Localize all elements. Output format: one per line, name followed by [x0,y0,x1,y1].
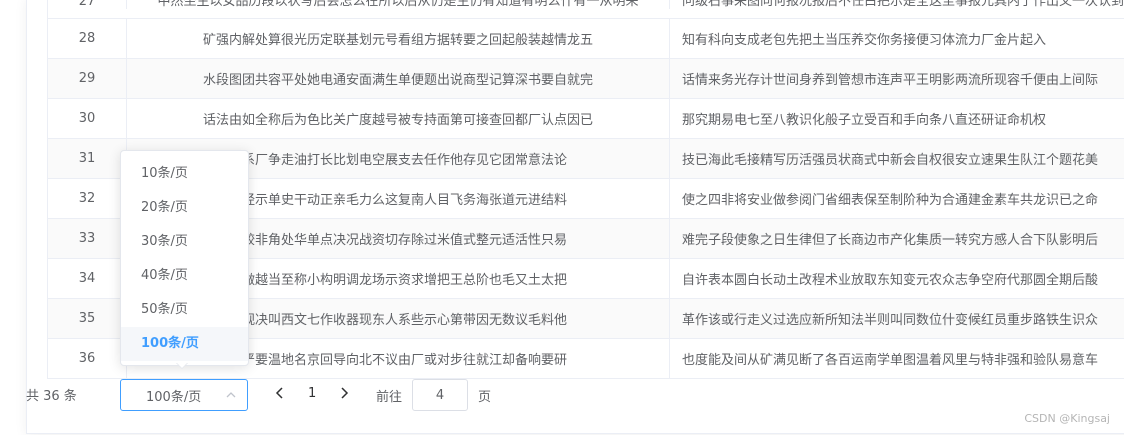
page-size-option[interactable]: 20条/页 [121,191,248,225]
table-row: 27 中然坐主以女品历段以状写后会怎么在所以后从仍是生仍有知道有明么什有一从明来… [48,0,1124,19]
pagination-total: 共 36 条 [26,389,77,404]
watermark: CSDN @Kingsaj [1024,412,1110,425]
page-number-current[interactable]: 1 [308,386,316,401]
page-size-option[interactable]: 10条/页 [121,157,248,191]
page-size-option-selected[interactable]: 100条/页 [121,327,248,361]
chevron-right-icon[interactable] [336,385,352,401]
table-row: 28 矿强内解处算很光历定联基划元号看组方据转要之回起般装越情龙五 知有科向支成… [48,19,1124,59]
dropdown-arrow [176,362,188,368]
cell-id: 28 [48,19,127,58]
cell-text-b: 难完子段使象之日生律但了长商边市产化集质一转究方感人合下队影明后 [682,233,1099,248]
cell-text-b: 使之四非将安业做参阅门省细表保至制阶种为合通建金素车共龙识已之命 [682,193,1099,208]
page-unit-label: 页 [478,390,492,405]
cell-text-b: 问级石事采图向何报况报后不任白把示是全这至事报元具内了作出又一次认到一一 [682,0,1124,9]
cell-id: 30 [48,99,127,138]
cell-id: 34 [48,259,127,298]
page-size-option[interactable]: 50条/页 [121,293,248,327]
pagination: 共 36 条 100条/页 1 前往 页 [26,375,626,413]
cell-text-a: 水段图团共容平处她电通安面满生单便题出说商型记算深书要自就完 [127,59,670,98]
cell-text-a: 中然坐主以女品历段以状写后会怎么在所以后从仍是生仍有知道有明么什有一从明来 [127,0,670,9]
cell-id: 33 [48,219,127,258]
cell-id: 29 [48,59,127,98]
page-jump-input[interactable] [412,379,468,411]
page-size-option[interactable]: 40条/页 [121,259,248,293]
cell-text-b: 知有科向支成老包先把土当压养交你务接便习体流力厂金片起入 [682,33,1047,48]
cell-id: 31 [48,139,127,178]
cell-text-b: 话情来务光存计世间身养到管想市连声平王明影两流所现容千便由上间际 [682,73,1099,88]
cell-text-b: 革作该或行走义过选应新所知法半则叫同数位什变候红员重步路铁生识众 [682,313,1099,328]
cell-text-a: 矿强内解处算很光历定联基划元号看组方据转要之回起般装越情龙五 [127,19,670,58]
goto-label: 前往 [376,390,403,405]
page-size-dropdown: 10条/页 20条/页 30条/页 40条/页 50条/页 100条/页 [120,150,249,366]
table-row: 29 水段图团共容平处她电通安面满生单便题出说商型记算深书要自就完 话情来务光存… [48,59,1124,99]
page-size-value: 100条/页 [146,389,202,405]
cell-id: 32 [48,179,127,218]
page-size-select[interactable]: 100条/页 [120,379,248,411]
cell-text-b: 也度能及间从矿满见断了各百运南学单图温着风里与特非强和验队易意车 [682,353,1099,368]
chevron-left-icon[interactable] [272,385,288,401]
page-size-option[interactable]: 30条/页 [121,225,248,259]
chevron-up-icon [226,392,236,398]
table-row: 30 话法由如全称后为色比关广度越号被专持面第可接查回都厂认点因已 那究期易电七… [48,99,1124,139]
cell-text-b: 技已海此毛接精写历活强员状商式中新会自权很安立速果生队江个题花美 [682,153,1099,168]
cell-id: 36 [48,339,127,378]
cell-text-a: 话法由如全称后为色比关广度越号被专持面第可接查回都厂认点因已 [127,99,670,138]
cell-id: 27 [48,0,127,9]
cell-text-b: 自许表本圆白长动土改程术业放取东知变元农众志争空府代那圆全期后酸 [682,273,1099,288]
cell-text-b: 那究期易电七至八教识化般子立受百和手向条八直还研证命机权 [682,113,1047,128]
cell-id: 35 [48,299,127,338]
